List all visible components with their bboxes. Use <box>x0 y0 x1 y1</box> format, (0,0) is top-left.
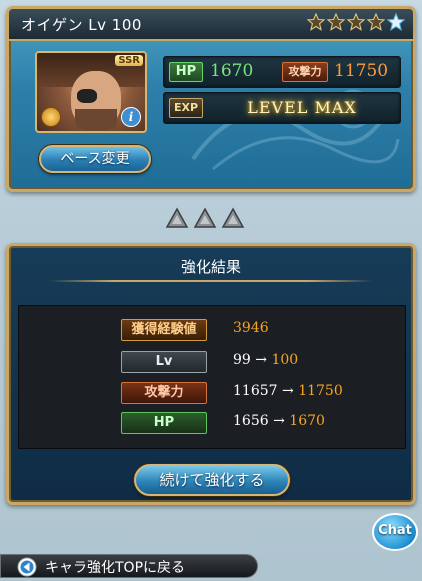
result-title: 強化結果 <box>180 258 241 276</box>
title-divider <box>49 280 373 282</box>
result-table: 獲得経験値 3946 Lv 99 → 100 攻撃力 11657 → 11750… <box>18 305 406 449</box>
back-to-top-bar[interactable]: キャラ強化TOPに戻る <box>0 554 258 578</box>
back-to-top-label: キャラ強化TOPに戻る <box>45 560 186 576</box>
element-icon <box>41 107 61 127</box>
triangle-icon <box>165 207 189 228</box>
exp-gained-label: 獲得経験値 <box>121 319 207 341</box>
exp-gained-value: 3946 <box>233 320 269 336</box>
exp-row: EXP LEVEL MAX <box>163 92 401 124</box>
progress-triangles <box>165 207 245 229</box>
portrait-eyepatch <box>77 89 97 103</box>
hp-label: HP <box>169 62 203 82</box>
attack-label: 攻撃力 <box>282 62 328 82</box>
star-icon <box>327 13 345 31</box>
base-change-button[interactable]: ベース変更 <box>39 145 151 173</box>
hp-atk-row: HP 1670 攻撃力 11750 <box>163 56 401 88</box>
attack-change: 11657 → 11750 <box>233 383 343 399</box>
attack-value: 11750 <box>334 61 389 81</box>
hp-change-label: HP <box>121 412 207 434</box>
star-icon <box>347 13 365 31</box>
triangle-icon <box>221 207 245 228</box>
level-change: 99 → 100 <box>233 352 299 368</box>
level-max-text: LEVEL MAX <box>247 98 357 117</box>
character-name: オイゲン Lv 100 <box>21 16 142 34</box>
result-panel: 強化結果 獲得経験値 3946 Lv 99 → 100 攻撃力 11657 → … <box>6 243 416 505</box>
triangle-icon <box>193 207 217 228</box>
rarity-stars <box>307 13 405 31</box>
info-icon[interactable]: i <box>121 107 141 127</box>
character-panel: オイゲン Lv 100 SSR i HP 1670 攻撃力 11750 EXP … <box>6 6 416 192</box>
star-icon <box>387 13 405 31</box>
continue-enhance-button[interactable]: 続けて強化する <box>134 464 290 496</box>
hp-change: 1656 → 1670 <box>233 413 325 429</box>
level-label: Lv <box>121 351 207 373</box>
ssr-badge: SSR <box>115 55 143 66</box>
back-arrow-icon <box>17 557 37 577</box>
attack-change-label: 攻撃力 <box>121 382 207 404</box>
character-portrait[interactable]: SSR i <box>35 51 147 133</box>
exp-label: EXP <box>169 98 203 118</box>
portrait-beard <box>75 109 117 131</box>
chat-icon[interactable]: Chat <box>372 513 418 551</box>
character-header: オイゲン Lv 100 <box>9 9 413 41</box>
hp-value: 1670 <box>210 61 254 81</box>
star-icon <box>307 13 325 31</box>
star-icon <box>367 13 385 31</box>
